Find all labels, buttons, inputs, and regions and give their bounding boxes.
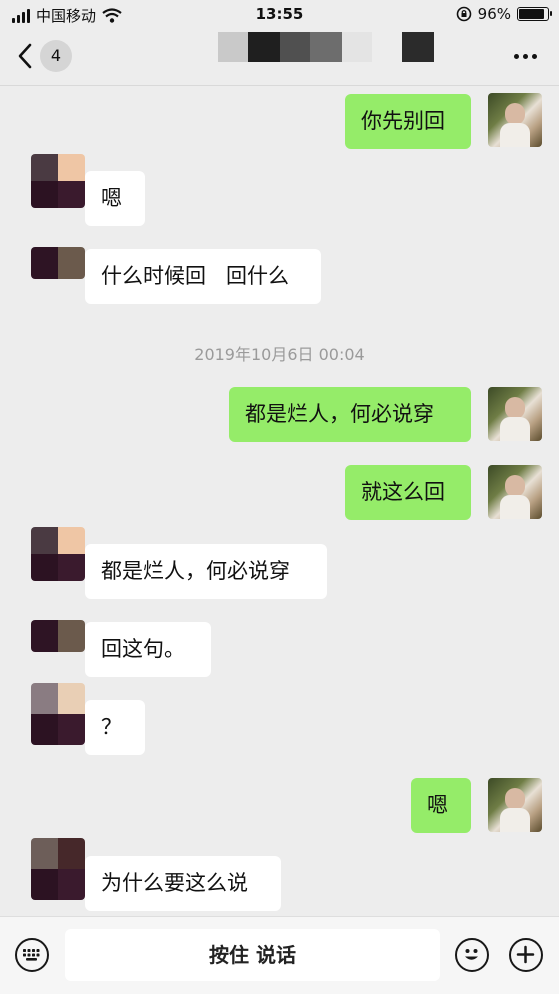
back-button[interactable]: 4: [16, 40, 72, 72]
self-avatar[interactable]: [488, 387, 542, 441]
contact-avatar[interactable]: [31, 620, 85, 652]
status-bar: 中国移动 13:55 96%: [0, 0, 559, 30]
keyboard-icon: [23, 949, 40, 961]
more-dots-icon: [514, 54, 519, 59]
message-timestamp: 2019年10月6日 00:04: [194, 345, 365, 364]
battery-percent: 96%: [477, 5, 511, 23]
more-button[interactable]: [514, 54, 537, 59]
self-avatar[interactable]: [488, 778, 542, 832]
message-bubble[interactable]: 都是烂人，何必说穿: [229, 387, 471, 442]
unread-count-badge: 4: [40, 40, 72, 72]
message-bubble[interactable]: 为什么要这么说: [85, 856, 281, 911]
self-avatar[interactable]: [488, 465, 542, 519]
message-bubble[interactable]: 嗯: [85, 171, 145, 226]
plus-icon: [516, 945, 535, 964]
battery-icon: [517, 7, 552, 21]
contact-avatar[interactable]: [31, 838, 85, 900]
more-actions-button[interactable]: [509, 938, 543, 972]
message-bubble[interactable]: 你先别回: [345, 94, 471, 149]
keyboard-toggle-button[interactable]: [15, 938, 49, 972]
chat-area[interactable]: 你先别回 嗯 什么时候回 回什么 2019年10月6日 00:04 都是烂人，何…: [0, 86, 559, 916]
contact-avatar[interactable]: [31, 527, 85, 581]
emoji-icon: [465, 949, 478, 960]
orientation-lock-icon: [456, 6, 471, 22]
nav-bar: 4: [0, 30, 559, 86]
self-avatar[interactable]: [488, 93, 542, 147]
contact-avatar[interactable]: [31, 247, 85, 279]
message-bubble[interactable]: ？: [85, 700, 145, 755]
status-right: 96%: [456, 5, 552, 23]
contact-avatar[interactable]: [31, 683, 85, 745]
emoji-button[interactable]: [455, 938, 489, 972]
message-bubble[interactable]: 什么时候回 回什么: [85, 249, 321, 304]
chat-title-blurred: [218, 32, 450, 68]
input-bar: 按住 说话: [0, 916, 559, 994]
message-bubble[interactable]: 回这句。: [85, 622, 211, 677]
chevron-left-icon: [18, 43, 32, 69]
message-bubble[interactable]: 嗯: [411, 778, 471, 833]
hold-to-talk-button[interactable]: 按住 说话: [65, 929, 440, 981]
contact-avatar[interactable]: [31, 154, 85, 208]
message-bubble[interactable]: 就这么回: [345, 465, 471, 520]
message-bubble[interactable]: 都是烂人，何必说穿: [85, 544, 327, 599]
